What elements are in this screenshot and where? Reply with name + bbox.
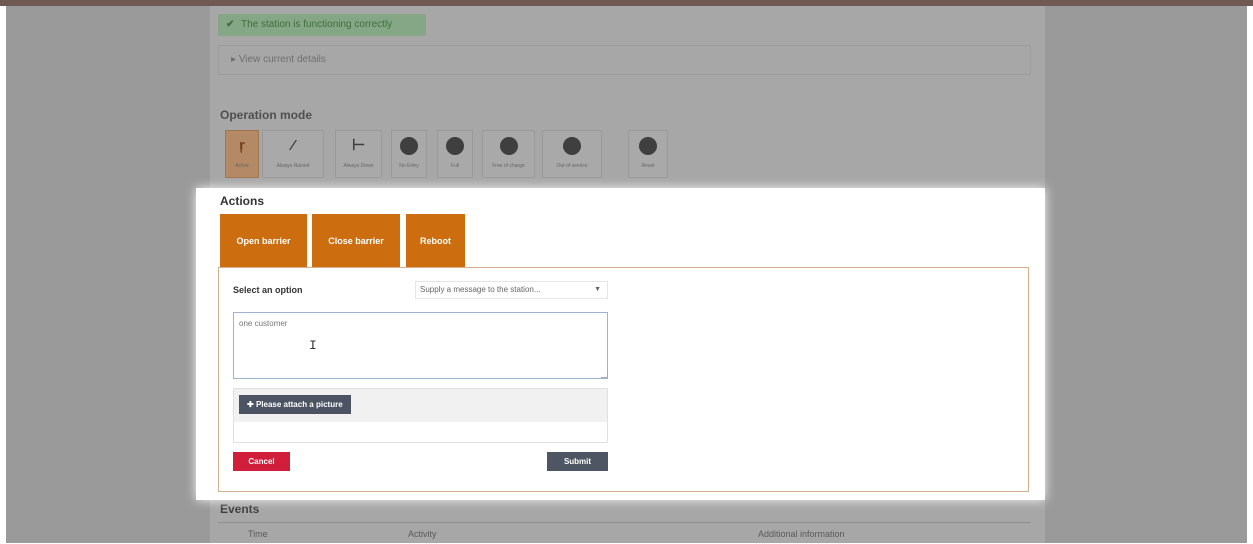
message-textarea[interactable]: one customer bbox=[233, 312, 608, 379]
op-mode-always-down-button[interactable]: ⊢ Always Down bbox=[335, 130, 382, 178]
op-mode-label: Active bbox=[235, 163, 249, 169]
events-table-header: Time Activity Additional information bbox=[218, 522, 1031, 544]
attachment-toolbar: ✚ Please attach a picture bbox=[234, 389, 607, 422]
events-title: Events bbox=[220, 502, 260, 516]
chevron-down-icon: ▼ bbox=[594, 286, 601, 293]
status-text: The station is functioning correctly bbox=[241, 19, 393, 30]
submit-button[interactable]: Submit bbox=[547, 452, 608, 471]
full-icon bbox=[446, 137, 464, 155]
status-badge: ✔ The station is functioning correctly bbox=[218, 14, 426, 36]
op-mode-active-button[interactable]: ŗ Active bbox=[225, 130, 259, 178]
option-select[interactable]: Supply a message to the station... ▼ bbox=[415, 281, 608, 299]
op-mode-reset-button[interactable]: Reset bbox=[628, 130, 668, 178]
actions-modal: Actions Open barrier Close barrier Reboo… bbox=[196, 188, 1045, 500]
op-mode-label: Always Raised bbox=[276, 163, 310, 169]
op-mode-label: Reset bbox=[641, 163, 655, 169]
free-icon bbox=[499, 137, 518, 155]
select-option-label: Select an option bbox=[233, 285, 303, 295]
attach-picture-label: Please attach a picture bbox=[255, 400, 343, 409]
operation-mode-title: Operation mode bbox=[220, 108, 313, 122]
close-barrier-button[interactable]: Close barrier bbox=[312, 214, 400, 267]
no-entry-icon bbox=[400, 137, 418, 155]
barrier-active-icon: ŗ bbox=[239, 137, 245, 154]
column-header: Activity bbox=[408, 529, 437, 539]
attach-picture-button[interactable]: ✚ Please attach a picture bbox=[239, 395, 351, 414]
reset-icon bbox=[639, 137, 657, 155]
attachment-area[interactable]: ✚ Please attach a picture bbox=[233, 388, 608, 443]
op-mode-always-raised-button[interactable]: ⁄ Always Raised bbox=[262, 130, 324, 178]
cancel-button[interactable]: Cancel bbox=[233, 452, 290, 471]
caret-right-icon: ▸ bbox=[231, 54, 237, 65]
op-mode-no-entry-button[interactable]: No Entry bbox=[391, 130, 427, 178]
option-select-value: Supply a message to the station... bbox=[420, 285, 541, 294]
check-icon: ✔ bbox=[226, 19, 235, 30]
op-mode-free-button[interactable]: Free of charge bbox=[482, 130, 535, 178]
plus-icon: ✚ bbox=[247, 400, 256, 409]
view-details-label: View current details bbox=[238, 54, 326, 65]
resize-grip-icon[interactable] bbox=[601, 371, 608, 378]
op-mode-label: No Entry bbox=[399, 163, 419, 169]
out-of-service-icon bbox=[563, 137, 581, 155]
op-mode-label: Out of service bbox=[556, 163, 588, 169]
barrier-raised-icon: ⁄ bbox=[291, 137, 295, 154]
barrier-down-icon: ⊢ bbox=[351, 137, 366, 154]
column-header: Additional information bbox=[758, 529, 845, 539]
view-details-toggle[interactable]: ▸ View current details bbox=[218, 45, 1031, 75]
op-mode-out-of-service-button[interactable]: Out of service bbox=[542, 130, 602, 178]
action-form-panel: Select an option Supply a message to the… bbox=[218, 267, 1029, 492]
open-barrier-button[interactable]: Open barrier bbox=[220, 214, 307, 267]
actions-title: Actions bbox=[220, 194, 265, 208]
op-mode-label: Always Down bbox=[343, 163, 374, 169]
text-cursor-icon: I bbox=[309, 338, 317, 353]
column-header: Time bbox=[248, 529, 268, 539]
reboot-button[interactable]: Reboot bbox=[406, 214, 465, 267]
op-mode-full-button[interactable]: Full bbox=[437, 130, 473, 178]
op-mode-label: Full bbox=[450, 163, 460, 169]
op-mode-label: Free of charge bbox=[492, 163, 525, 169]
